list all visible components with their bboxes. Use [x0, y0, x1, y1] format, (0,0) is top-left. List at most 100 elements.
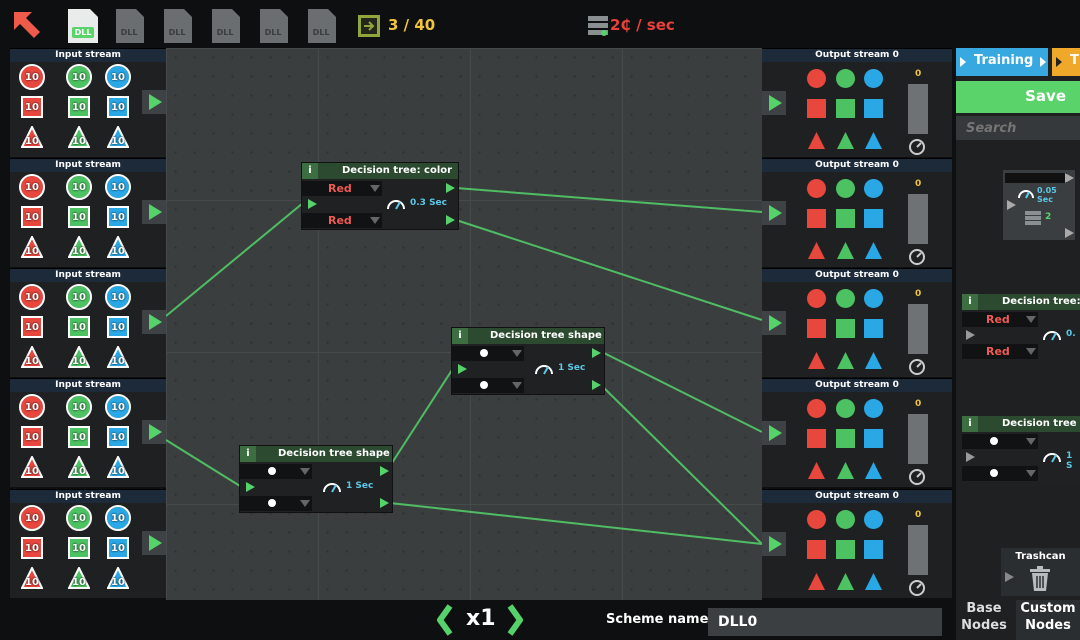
output-count: 0 [915, 69, 922, 79]
token-value: 10 [25, 321, 39, 333]
token-value: 10 [72, 71, 86, 83]
output-stream-title: Output stream 0 [762, 490, 952, 503]
node-title: Decision tree: co [1002, 296, 1080, 307]
search-input[interactable] [956, 116, 1080, 140]
play-button[interactable] [762, 91, 786, 115]
token-value: 10 [111, 71, 125, 83]
slot-value: Red [328, 182, 352, 195]
reset-timer-icon[interactable] [908, 468, 926, 486]
info-icon[interactable]: i [452, 328, 468, 344]
token-triangle: 10 [21, 236, 43, 258]
token-value: 10 [25, 211, 39, 223]
play-button[interactable] [142, 310, 166, 334]
node-decision-tree-shape[interactable]: i Decision tree shape 1 Sec [239, 445, 393, 513]
token-value: 10 [25, 431, 39, 443]
token-triangle: 10 [68, 346, 90, 368]
connection-line [601, 351, 763, 433]
output-port-icon[interactable] [592, 380, 601, 390]
node-speed: 1 Sec [346, 481, 374, 491]
tab-base-nodes[interactable]: Base Nodes [956, 600, 1012, 640]
shape-select-2[interactable] [240, 496, 312, 511]
fill-gauge [908, 414, 928, 464]
token-value: 10 [25, 291, 39, 303]
zoom-out-button[interactable] [434, 604, 454, 636]
reset-timer-icon[interactable] [908, 138, 926, 156]
node-decision-tree-color[interactable]: i Decision tree: color Red Red 0.3 Sec [301, 162, 459, 230]
input-port-icon[interactable] [308, 199, 317, 209]
token-value: 10 [72, 355, 86, 367]
target-circle-icon [836, 179, 855, 198]
node-decision-tree-shape[interactable]: i Decision tree shape 1 Sec [451, 327, 605, 395]
play-button[interactable] [142, 420, 166, 444]
library-node-router[interactable]: 0.05 Sec 2 [1003, 170, 1075, 240]
library-node-decision-tree-shape[interactable]: i Decision tree sha 1 S [962, 416, 1080, 482]
info-icon[interactable]: i [240, 446, 256, 462]
play-button[interactable] [142, 200, 166, 224]
token-value: 10 [72, 512, 86, 524]
tab-custom-nodes[interactable]: Custom Nodes [1016, 600, 1080, 640]
output-port-icon[interactable] [446, 183, 455, 193]
play-button[interactable] [762, 311, 786, 335]
tab-other[interactable]: T [1052, 48, 1080, 76]
save-button[interactable]: Save [956, 81, 1080, 113]
input-port-icon [1005, 572, 1014, 582]
trashcan-drop-zone[interactable]: Trashcan [1001, 548, 1080, 596]
play-button[interactable] [142, 90, 166, 114]
output-port-icon[interactable] [446, 215, 455, 225]
reset-timer-icon[interactable] [908, 248, 926, 266]
reset-timer-icon[interactable] [908, 358, 926, 376]
output-stream-title: Output stream 0 [762, 159, 952, 172]
input-port-icon[interactable] [246, 482, 255, 492]
shape-select-1[interactable] [452, 346, 524, 361]
output-port-icon[interactable] [592, 348, 601, 358]
input-stream-title: Input stream [10, 269, 166, 282]
token-square: 10 [21, 426, 43, 448]
target-square-icon [807, 209, 826, 228]
output-port-icon [1065, 228, 1074, 238]
output-stream-title: Output stream 0 [762, 269, 952, 282]
zoom-in-button[interactable] [506, 604, 526, 636]
token-square: 10 [21, 96, 43, 118]
color-select-2[interactable]: Red [302, 213, 382, 228]
tab-training[interactable]: Training [956, 48, 1048, 76]
token-circle: 10 [105, 174, 131, 200]
shape-select-2[interactable] [452, 378, 524, 393]
output-count: 0 [915, 510, 922, 520]
zoom-level: x1 [466, 606, 496, 631]
connection-line [455, 219, 763, 321]
target-triangle-icon [807, 351, 826, 370]
color-select-1[interactable]: Red [302, 181, 382, 196]
node-title: Decision tree shape [278, 448, 390, 459]
shape-select-1[interactable] [240, 464, 312, 479]
node-header[interactable]: i Decision tree: color [302, 163, 458, 179]
output-port-icon[interactable] [380, 466, 389, 476]
library-node-speed: 0.05 Sec [1037, 186, 1057, 204]
token-triangle: 10 [21, 346, 43, 368]
input-port-icon [1007, 200, 1016, 210]
play-button[interactable] [762, 532, 786, 556]
input-port-icon[interactable] [458, 364, 467, 374]
node-header[interactable]: i Decision tree shape [240, 446, 392, 462]
token-value: 10 [25, 401, 39, 413]
library-node-decision-tree-color[interactable]: i Decision tree: co Red Red 0. [962, 294, 1080, 360]
output-port-icon[interactable] [380, 498, 389, 508]
reset-timer-icon[interactable] [908, 579, 926, 597]
play-button[interactable] [762, 201, 786, 225]
circle-shape-icon [480, 349, 488, 357]
token-square: 10 [68, 426, 90, 448]
target-triangle-icon [864, 241, 883, 260]
chevron-down-icon [1026, 316, 1036, 323]
play-button[interactable] [142, 531, 166, 555]
play-button[interactable] [762, 421, 786, 445]
target-triangle-icon [807, 461, 826, 480]
info-icon[interactable]: i [302, 163, 318, 179]
target-circle-icon [836, 510, 855, 529]
token-circle: 10 [66, 64, 92, 90]
token-triangle: 10 [107, 126, 129, 148]
output-stream-title: Output stream 0 [762, 49, 952, 62]
token-value: 10 [25, 135, 39, 147]
scheme-name-input[interactable] [708, 608, 942, 636]
token-value: 10 [111, 135, 125, 147]
node-header[interactable]: i Decision tree shape [452, 328, 604, 344]
token-value: 10 [72, 291, 86, 303]
